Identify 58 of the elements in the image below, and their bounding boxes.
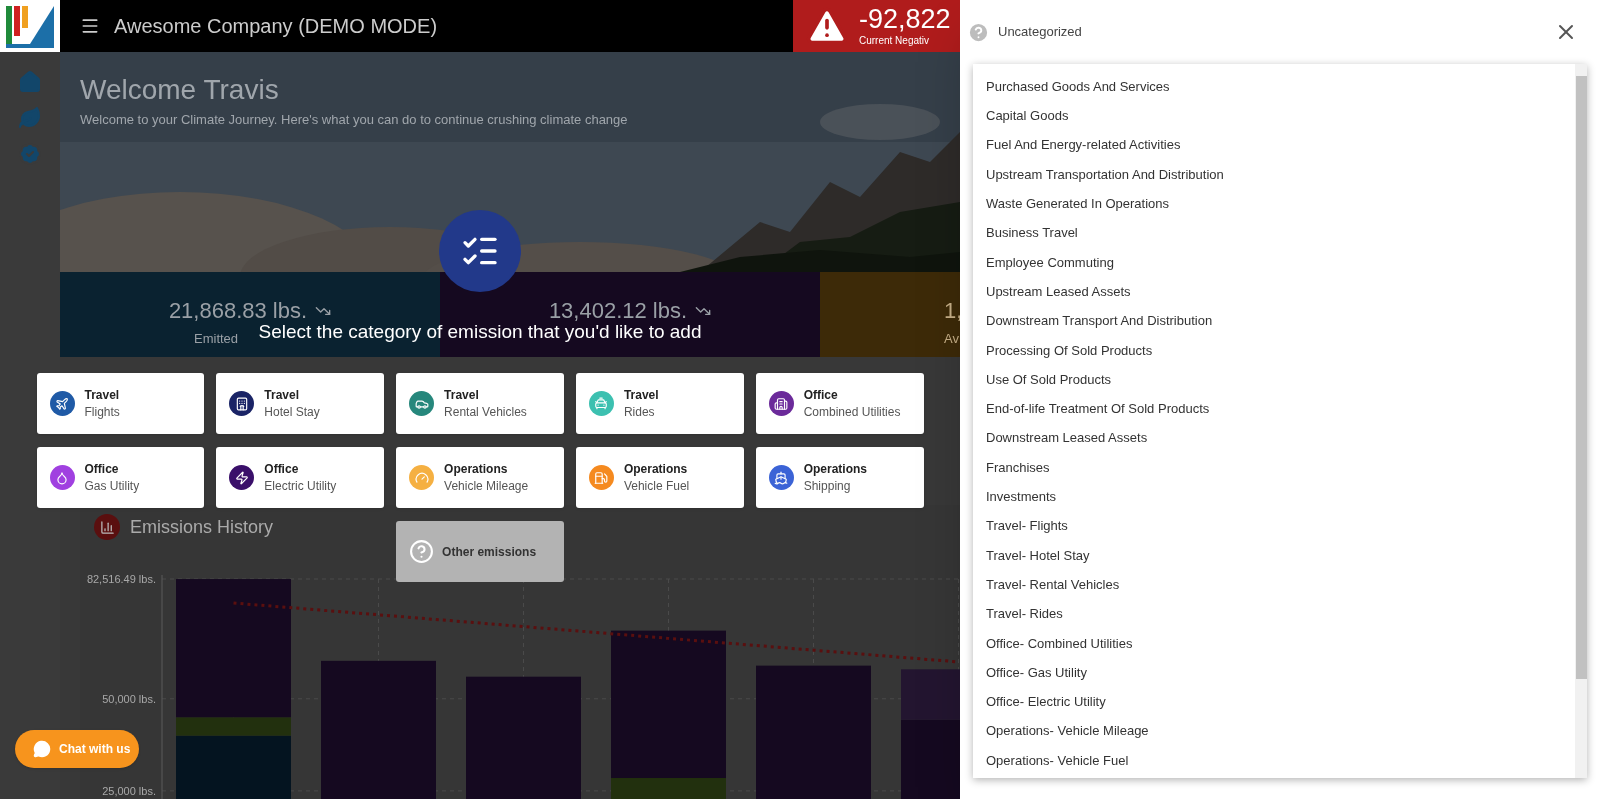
logo [0,0,60,52]
category-tile[interactable]: Operations Vehicle Mileage [396,447,564,508]
alert-label: Current Negativ [859,36,930,46]
category-tile[interactable]: Office Combined Utilities [755,373,924,434]
axis-label: 25,000 lbs. [102,784,156,797]
scrollbar[interactable] [1575,64,1587,778]
category-option[interactable]: Downstream Transport And Distribution [973,306,1575,336]
category-tile[interactable]: Travel Flights [36,373,205,434]
axis-label: 82,516.49 lbs. [86,573,156,585]
category-option[interactable]: Use Of Sold Products [973,364,1575,395]
category-option[interactable]: Capital Goods [973,101,1575,131]
category-option[interactable]: Office- Combined Utilities [973,628,1575,658]
category-option[interactable]: Fuel And Energy-related Activities [973,130,1575,160]
category-option[interactable]: Employee Commuting [973,247,1575,278]
welcome-text: Welcome to your Climate Journey. Here's what you can do to continue crushing climate change [80,111,629,129]
badge-check-icon[interactable] [18,142,42,166]
category-option[interactable]: Purchased Goods And Services [973,72,1575,102]
category-tile[interactable]: Travel Rental Vehicles [396,373,564,434]
chat-bubble-icon [33,740,51,758]
welcome-heading: Welcome Travis [80,73,280,107]
category-option[interactable]: Investments [973,482,1575,512]
category-option[interactable]: Upstream Transportation And Distribution [973,159,1575,190]
scrollbar-thumb[interactable] [1575,76,1587,679]
axis-label: 50,000 lbs. [102,692,156,705]
category-tile[interactable]: Travel Rides [575,373,744,434]
panel-title: Uncategorized [998,23,1082,42]
category-option[interactable]: Franchises [973,452,1575,483]
chart-icon [94,514,120,540]
category-tile[interactable]: Operations Vehicle Fuel [575,447,744,508]
category-option[interactable]: Waste Generated In Operations [973,189,1575,219]
category-tile[interactable]: Operations Shipping [755,447,924,508]
category-option[interactable]: Travel- Rides [973,599,1575,629]
category-option[interactable]: Operations- Vehicle Mileage [973,716,1575,746]
stat-label: Emitted [194,330,239,348]
alert-value: -92,822 [859,6,951,33]
category-tile[interactable]: Travel Hotel Stay [216,373,385,434]
category-option[interactable]: Upstream Leased Assets [973,277,1575,307]
home-icon[interactable] [18,70,42,94]
question-icon [409,539,435,564]
category-option[interactable]: Processing Of Sold Products [973,335,1575,365]
category-tile[interactable]: Office Electric Utility [216,447,385,508]
category-option[interactable]: Operations- Vehicle Fuel [973,745,1575,776]
stat-value: 1, [944,297,963,325]
stat-label: Av [944,330,959,348]
menu-icon[interactable] [80,16,100,36]
category-tile[interactable]: Office Gas Utility [36,447,205,508]
category-option[interactable]: Travel- Hotel Stay [973,540,1575,571]
category-option[interactable]: Business Travel [973,218,1575,248]
company-title: Awesome Company (DEMO MODE) [114,14,438,39]
other-emissions-tile[interactable]: Other emissions [396,521,564,582]
category-option[interactable]: Office- Electric Utility [973,687,1575,717]
category-option[interactable]: Office- Gas Utility [973,657,1575,688]
category-option[interactable]: Travel- Rental Vehicles [973,570,1575,600]
leaf-icon[interactable] [18,106,42,130]
category-option[interactable]: Downstream Leased Assets [973,423,1575,453]
history-title: Emissions History [130,515,274,539]
category-option[interactable]: Travel- Flights [973,511,1575,541]
category-option[interactable]: End-of-life Treatment Of Sold Products [973,394,1575,424]
